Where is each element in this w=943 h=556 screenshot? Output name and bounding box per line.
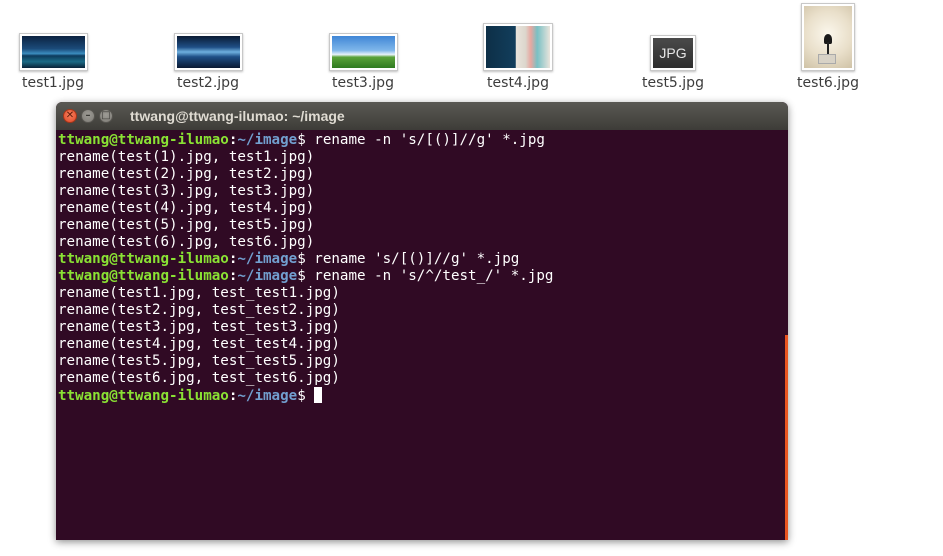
- title-bar[interactable]: ✕ – □ ttwang@ttwang-ilumao: ~/image: [56, 102, 788, 130]
- file-icon-test3[interactable]: test3.jpg: [298, 0, 428, 92]
- file-icon-test4[interactable]: test4.jpg: [453, 0, 583, 92]
- prompt-path: ~/image: [237, 268, 298, 284]
- image-thumbnail: [801, 3, 855, 71]
- output-line: rename(test1.jpg, test_test1.jpg): [58, 285, 340, 301]
- prompt-symbol: $: [297, 251, 315, 267]
- command-text: rename -n 's/[()]//g' *.jpg: [314, 132, 545, 148]
- prompt-path: ~/image: [237, 132, 298, 148]
- image-thumbnail: [18, 33, 88, 71]
- prompt-symbol: $: [297, 268, 315, 284]
- prompt-path: ~/image: [237, 388, 298, 404]
- terminal-output[interactable]: ttwang@ttwang-ilumao:~/image$ rename -n …: [58, 130, 784, 540]
- prompt-line: ttwang@ttwang-ilumao:~/image$ rename -n …: [58, 132, 784, 149]
- file-name: test3.jpg: [332, 75, 394, 91]
- prompt-symbol: $: [297, 132, 315, 148]
- file-name: test4.jpg: [487, 75, 549, 91]
- file-icon-test2[interactable]: test2.jpg: [143, 0, 273, 92]
- jpg-file-icon: JPG: [650, 35, 696, 71]
- output-line: rename(test2.jpg, test_test2.jpg): [58, 302, 340, 318]
- file-name: test6.jpg: [797, 75, 859, 91]
- minimize-button[interactable]: –: [81, 109, 95, 123]
- prompt-line: ttwang@ttwang-ilumao:~/image$: [58, 387, 784, 404]
- close-icon: ✕: [65, 110, 75, 121]
- minimize-icon: –: [85, 110, 91, 121]
- maximize-button[interactable]: □: [99, 109, 113, 123]
- output-line: rename(test(4).jpg, test4.jpg): [58, 200, 315, 216]
- output-line: rename(test3.jpg, test_test3.jpg): [58, 319, 340, 335]
- output-line: rename(test(2).jpg, test2.jpg): [58, 166, 315, 182]
- prompt-user-host: ttwang@ttwang-ilumao: [58, 251, 229, 267]
- file-icon-test5[interactable]: JPG test5.jpg: [608, 0, 738, 92]
- prompt-user-host: ttwang@ttwang-ilumao: [58, 268, 229, 284]
- close-button[interactable]: ✕: [63, 109, 77, 123]
- prompt-path: ~/image: [237, 251, 298, 267]
- image-thumbnail: [173, 33, 243, 71]
- command-text: rename -n 's/^/test_/' *.jpg: [314, 268, 554, 284]
- maximize-icon: □: [101, 110, 111, 121]
- file-name: test1.jpg: [22, 75, 84, 91]
- prompt-user-host: ttwang@ttwang-ilumao: [58, 388, 229, 404]
- image-thumbnail: [483, 23, 553, 71]
- prompt-symbol: $: [297, 388, 315, 404]
- prompt-line: ttwang@ttwang-ilumao:~/image$ rename -n …: [58, 268, 784, 285]
- terminal-window[interactable]: ✕ – □ ttwang@ttwang-ilumao: ~/image ttwa…: [56, 102, 788, 540]
- file-name: test5.jpg: [642, 75, 704, 91]
- prompt-user-host: ttwang@ttwang-ilumao: [58, 132, 229, 148]
- scrollbar[interactable]: [785, 335, 788, 540]
- output-line: rename(test(1).jpg, test1.jpg): [58, 149, 315, 165]
- command-text: rename 's/[()]//g' *.jpg: [314, 251, 520, 267]
- output-line: rename(test(6).jpg, test6.jpg): [58, 234, 315, 250]
- output-line: rename(test(3).jpg, test3.jpg): [58, 183, 315, 199]
- file-icon-test1[interactable]: test1.jpg: [0, 0, 118, 92]
- output-line: rename(test(5).jpg, test5.jpg): [58, 217, 315, 233]
- image-thumbnail: [328, 33, 398, 71]
- text-cursor: [314, 387, 323, 403]
- file-name: test2.jpg: [177, 75, 239, 91]
- file-icon-test6[interactable]: test6.jpg: [763, 0, 893, 92]
- window-title: ttwang@ttwang-ilumao: ~/image: [130, 108, 345, 124]
- prompt-line: ttwang@ttwang-ilumao:~/image$ rename 's/…: [58, 251, 784, 268]
- output-line: rename(test6.jpg, test_test6.jpg): [58, 370, 340, 386]
- output-line: rename(test5.jpg, test_test5.jpg): [58, 353, 340, 369]
- output-line: rename(test4.jpg, test_test4.jpg): [58, 336, 340, 352]
